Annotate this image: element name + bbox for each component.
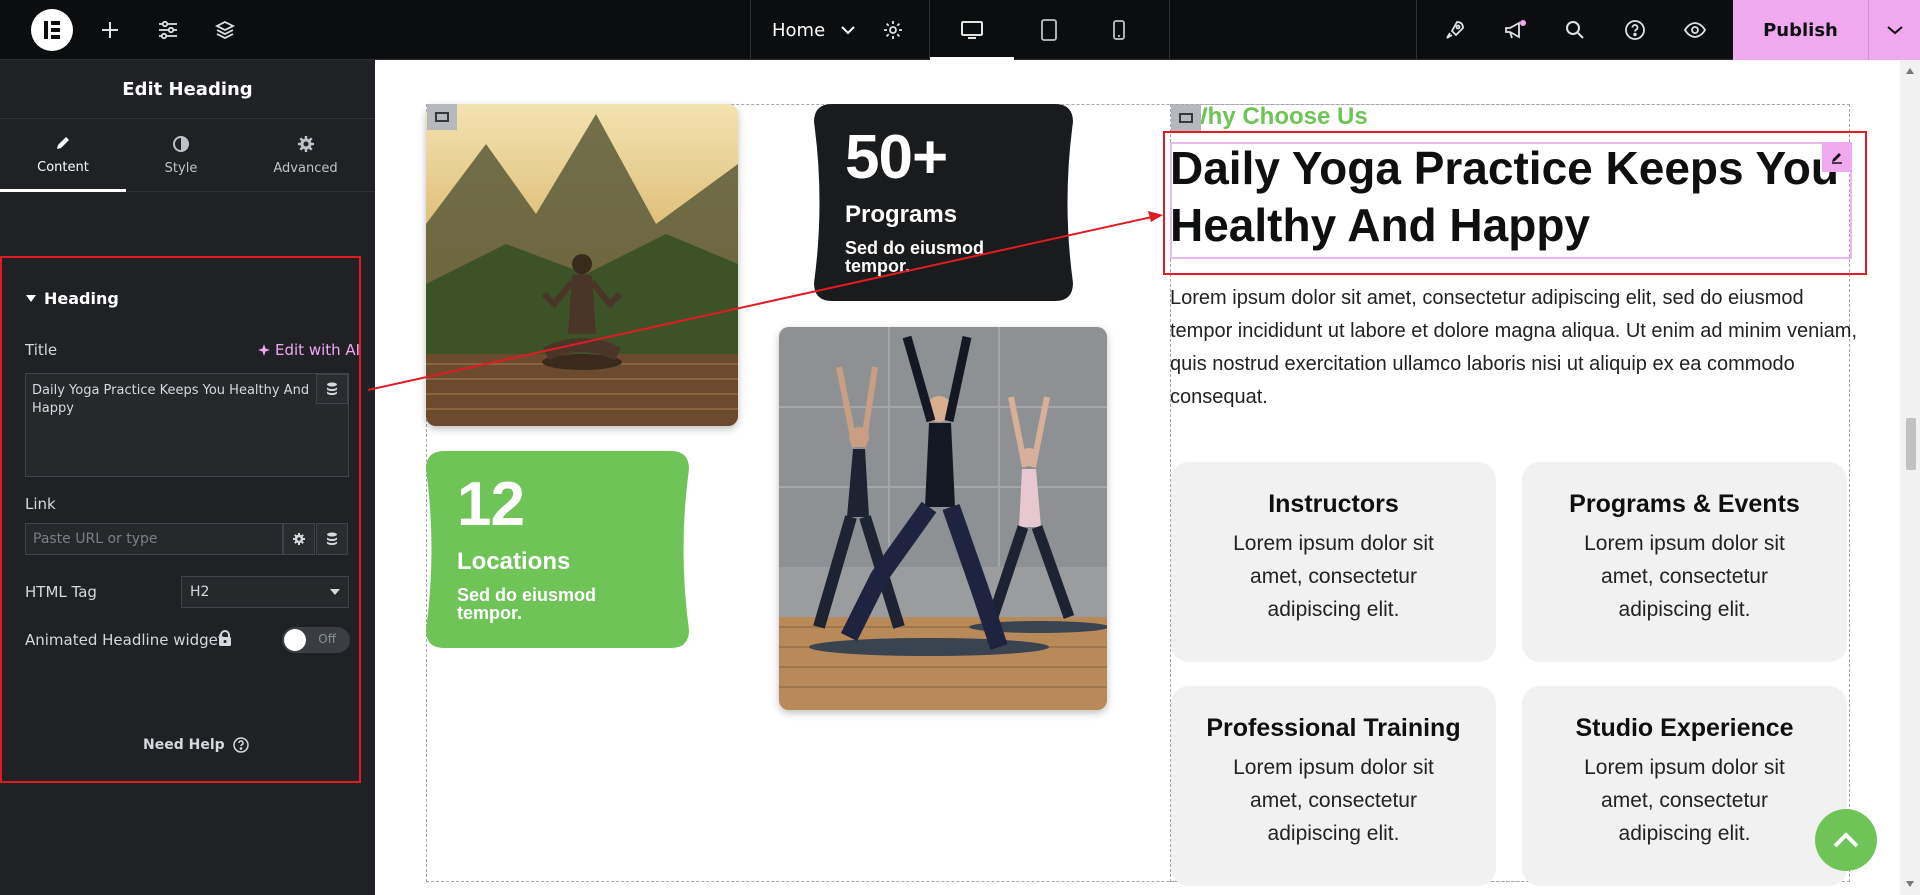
feature-title: Professional Training	[1206, 714, 1461, 742]
stat-label: Programs	[845, 201, 958, 228]
container-handle-icon[interactable]	[1171, 105, 1201, 131]
canvas-scrollbar[interactable]	[1900, 60, 1920, 895]
page-settings-gear-icon[interactable]	[876, 0, 910, 60]
animated-headline-label: Animated Headline widget	[25, 631, 224, 649]
link-label: Link	[25, 495, 56, 513]
ai-sparkle-icon	[258, 344, 270, 356]
preview-eye-icon[interactable]	[1677, 0, 1713, 60]
stat-number: 50+	[845, 123, 948, 192]
section-eyebrow: Why Choose Us	[1185, 103, 1368, 130]
stat-description: Sed do eiusmod tempor.	[845, 238, 985, 276]
page-selector-dropdown[interactable]: Home	[772, 0, 855, 60]
container-handle-icon[interactable]	[427, 104, 457, 130]
caret-down-icon	[26, 294, 36, 302]
page-selector-label: Home	[772, 19, 826, 41]
feature-title: Programs & Events	[1569, 490, 1800, 518]
html-tag-value: H2	[190, 584, 210, 600]
section-title: Heading	[44, 289, 119, 308]
section-toggle-heading[interactable]: Heading	[26, 289, 119, 308]
html-tag-select[interactable]: H2	[181, 576, 349, 608]
link-options-gear-icon[interactable]	[283, 523, 315, 555]
feature-text: Lorem ipsum dolor sit amet, consectetur …	[1584, 756, 1785, 845]
rocket-icon[interactable]	[1437, 0, 1473, 60]
feature-card: Programs & Events Lorem ipsum dolor sit …	[1522, 462, 1847, 662]
stat-card-programs: 50+ Programs Sed do eiusmod tempor.	[814, 104, 1073, 301]
gear-icon	[297, 136, 314, 152]
tab-style-label: Style	[164, 161, 198, 176]
panel-title: Edit Heading	[0, 60, 375, 119]
feature-text: Lorem ipsum dolor sit amet, consectetur …	[1584, 532, 1785, 621]
publish-button[interactable]: Publish	[1733, 0, 1868, 60]
feature-text: Lorem ipsum dolor sit amet, consectetur …	[1233, 532, 1434, 621]
help-question-icon[interactable]	[1617, 0, 1653, 60]
tab-advanced-label: Advanced	[273, 161, 338, 176]
help-question-icon	[232, 737, 249, 753]
title-textarea[interactable]: Daily Yoga Practice Keeps You Healthy An…	[25, 373, 349, 477]
chevron-down-icon	[841, 26, 855, 35]
toggle-state-label: Off	[318, 632, 336, 646]
feature-card: Professional Training Lorem ipsum dolor …	[1171, 686, 1496, 886]
editor-topbar: Home Publish	[0, 0, 1920, 60]
pencil-icon	[57, 136, 69, 149]
tab-content[interactable]: Content	[0, 119, 126, 192]
elementor-logo-icon[interactable]	[31, 9, 73, 51]
link-dynamic-tags-database-icon[interactable]	[316, 523, 348, 555]
tab-style[interactable]: Style	[126, 119, 236, 192]
edit-panel: Edit Heading Content Style Advanced Head…	[0, 60, 375, 895]
feature-title: Instructors	[1268, 490, 1399, 518]
need-help-label: Need Help	[143, 737, 225, 753]
feature-card: Instructors Lorem ipsum dolor sit amet, …	[1171, 462, 1496, 662]
html-tag-label: HTML Tag	[25, 583, 97, 601]
tab-content-label: Content	[37, 159, 89, 175]
structure-layers-icon[interactable]	[207, 0, 243, 60]
scrollbar-thumb[interactable]	[1906, 418, 1916, 470]
mobile-view-icon[interactable]	[1084, 0, 1154, 60]
feature-title: Studio Experience	[1575, 714, 1794, 742]
stat-card-locations: 12 Locations Sed do eiusmod tempor.	[426, 451, 689, 648]
caret-down-icon	[330, 589, 340, 595]
meditation-sunset-image	[426, 104, 738, 426]
animated-headline-toggle[interactable]: Off	[282, 627, 350, 653]
stat-label: Locations	[457, 548, 571, 575]
group-yoga-class-image	[779, 327, 1107, 710]
scroll-to-top-chevron-icon[interactable]	[1815, 809, 1877, 871]
section-paragraph: Lorem ipsum dolor sit amet, consectetur …	[1170, 287, 1858, 408]
lock-icon	[219, 630, 231, 646]
notifications-megaphone-icon[interactable]	[1497, 0, 1533, 60]
publish-options-chevron-icon[interactable]	[1868, 0, 1920, 60]
elementor-editor: { "topbar": { "page_selector": "Home", "…	[0, 0, 1920, 895]
tab-advanced[interactable]: Advanced	[236, 119, 375, 192]
annotation-highlight-box	[1163, 131, 1867, 275]
title-label: Title	[25, 341, 58, 359]
tablet-view-icon[interactable]	[1014, 0, 1084, 60]
edit-with-ai-label: Edit with AI	[275, 341, 361, 359]
edit-with-ai-button[interactable]: Edit with AI	[257, 341, 360, 359]
add-element-icon[interactable]	[92, 0, 128, 60]
link-url-input[interactable]	[25, 523, 283, 555]
need-help-link[interactable]: Need Help	[143, 737, 249, 753]
contrast-icon	[173, 136, 189, 152]
search-icon[interactable]	[1557, 0, 1593, 60]
dynamic-tags-database-icon[interactable]	[316, 374, 348, 404]
desktop-view-icon[interactable]	[930, 0, 1014, 60]
stat-number: 12	[457, 470, 525, 539]
stat-description: Sed do eiusmod tempor.	[457, 585, 597, 623]
panel-tabs: Content Style Advanced	[0, 119, 375, 192]
annotation-highlight-box	[0, 256, 361, 783]
feature-text: Lorem ipsum dolor sit amet, consectetur …	[1233, 756, 1434, 845]
site-settings-sliders-icon[interactable]	[150, 0, 186, 60]
feature-card: Studio Experience Lorem ipsum dolor sit …	[1522, 686, 1847, 886]
